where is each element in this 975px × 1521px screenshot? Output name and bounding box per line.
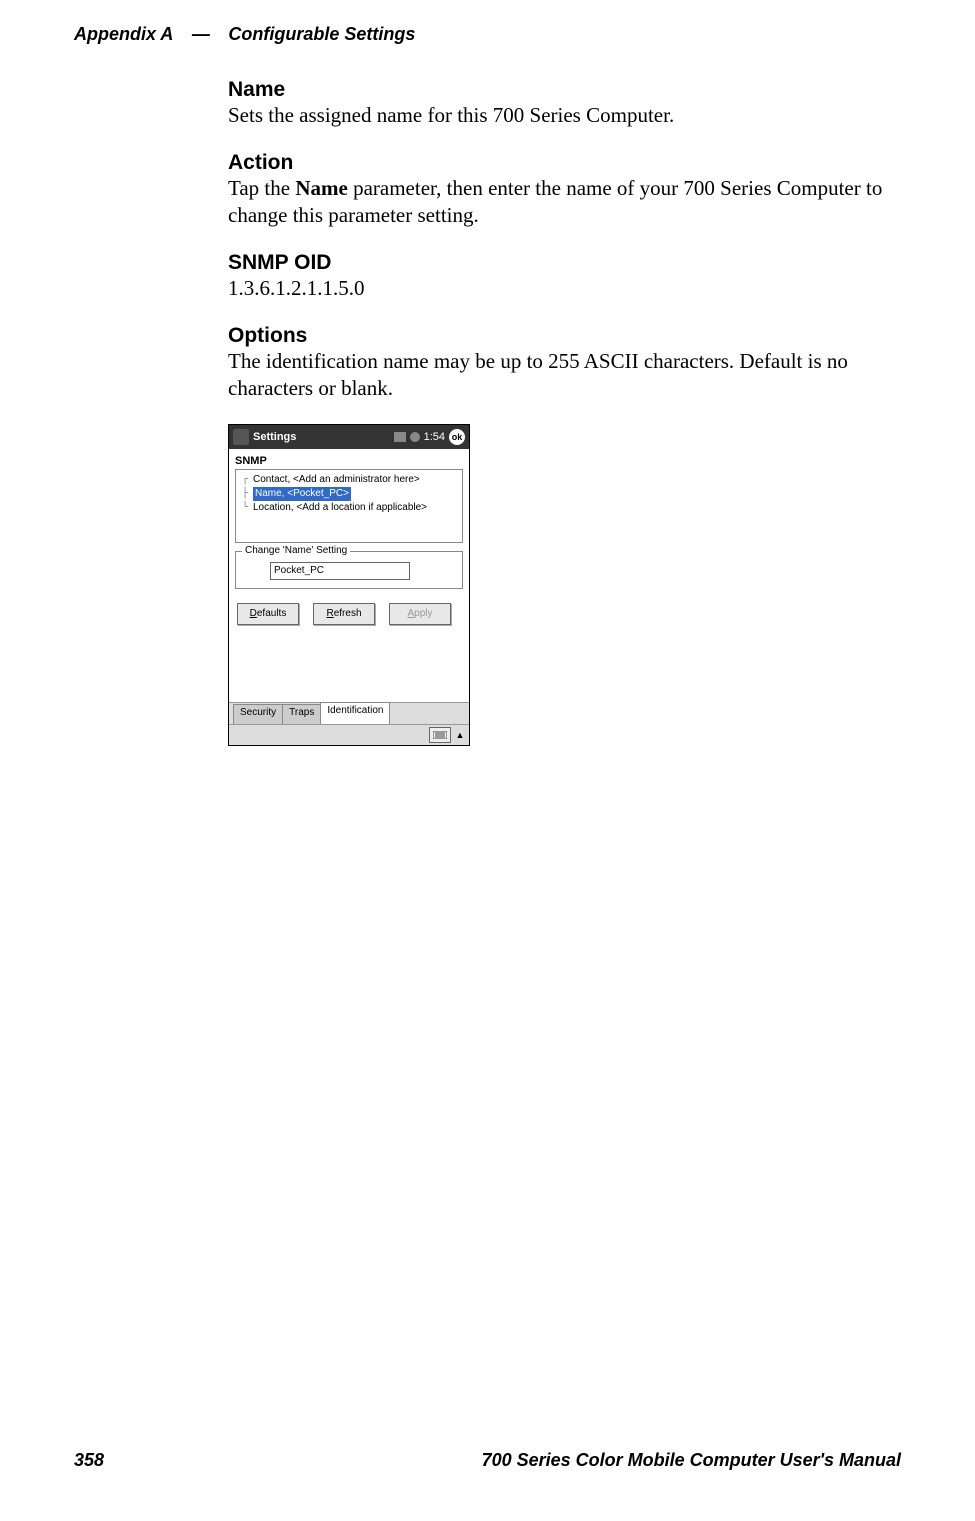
ppc-time: 1:54: [424, 431, 445, 443]
pocketpc-screenshot: Settings 1:54 ok SNMP ┌Contact, <Add an …: [228, 424, 470, 746]
section-text-name: Sets the assigned name for this 700 Seri…: [228, 102, 908, 129]
volume-icon[interactable]: [410, 432, 420, 442]
name-input[interactable]: [270, 562, 410, 580]
page-number: 358: [74, 1450, 104, 1471]
defaults-button[interactable]: Defaults: [237, 603, 299, 625]
page-content: Name Sets the assigned name for this 700…: [228, 78, 908, 746]
up-arrow-icon[interactable]: ▲: [455, 728, 465, 742]
section-heading-options: Options: [228, 324, 908, 348]
header-appendix: Appendix A: [74, 24, 173, 44]
header-title: Configurable Settings: [228, 24, 415, 44]
ppc-tabs: Security Traps Identification: [229, 702, 469, 725]
ppc-title: Settings: [253, 431, 296, 443]
page-header: Appendix A — Configurable Settings: [74, 24, 415, 45]
tree-item-location[interactable]: └Location, <Add a location if applicable…: [240, 501, 458, 515]
tree-item-contact[interactable]: ┌Contact, <Add an administrator here>: [240, 473, 458, 487]
page-footer: 358 700 Series Color Mobile Computer Use…: [74, 1450, 901, 1471]
ppc-bottombar: ▲: [229, 724, 469, 745]
section-text-snmp: 1.3.6.1.2.1.1.5.0: [228, 275, 908, 302]
manual-title: 700 Series Color Mobile Computer User's …: [482, 1450, 901, 1471]
refresh-button[interactable]: Refresh: [313, 603, 375, 625]
action-text-pre: Tap the: [228, 176, 295, 200]
action-text-bold: Name: [295, 176, 347, 200]
tab-identification[interactable]: Identification: [320, 702, 390, 725]
change-name-legend: Change 'Name' Setting: [242, 545, 350, 556]
ppc-titlebar: Settings 1:54 ok: [229, 425, 469, 449]
change-name-fieldset: Change 'Name' Setting: [235, 551, 463, 589]
section-heading-action: Action: [228, 151, 908, 175]
ok-button[interactable]: ok: [449, 429, 465, 445]
windows-flag-icon[interactable]: [233, 429, 249, 445]
signal-icon[interactable]: [394, 432, 406, 442]
section-text-options: The identification name may be up to 255…: [228, 348, 908, 402]
ppc-section-title: SNMP: [235, 455, 463, 467]
keyboard-icon[interactable]: [429, 727, 451, 743]
tab-traps[interactable]: Traps: [282, 704, 321, 725]
section-heading-name: Name: [228, 78, 908, 102]
apply-button: Apply: [389, 603, 451, 625]
tree-item-name[interactable]: ├Name, <Pocket_PC>: [240, 487, 458, 501]
snmp-tree[interactable]: ┌Contact, <Add an administrator here> ├N…: [235, 469, 463, 543]
section-text-action: Tap the Name parameter, then enter the n…: [228, 175, 908, 229]
tab-security[interactable]: Security: [233, 704, 283, 725]
header-separator: —: [192, 24, 210, 44]
section-heading-snmp: SNMP OID: [228, 251, 908, 275]
